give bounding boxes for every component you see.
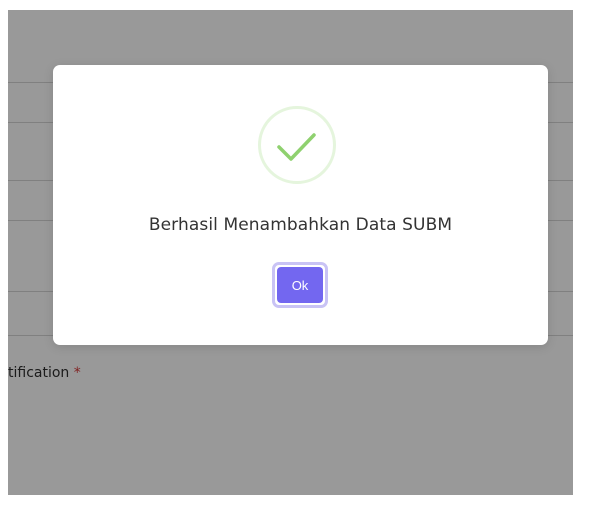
- dialog-message: Berhasil Menambahkan Data SUBM: [148, 215, 453, 235]
- success-dialog: Berhasil Menambahkan Data SUBM Ok: [53, 65, 548, 345]
- ok-button[interactable]: Ok: [272, 262, 328, 308]
- app-viewport: tification * Berhasil Menambahkan Data S…: [8, 10, 573, 495]
- check-icon-glyph: [277, 133, 316, 161]
- ok-button-label: Ok: [277, 267, 323, 303]
- check-icon: [258, 106, 336, 184]
